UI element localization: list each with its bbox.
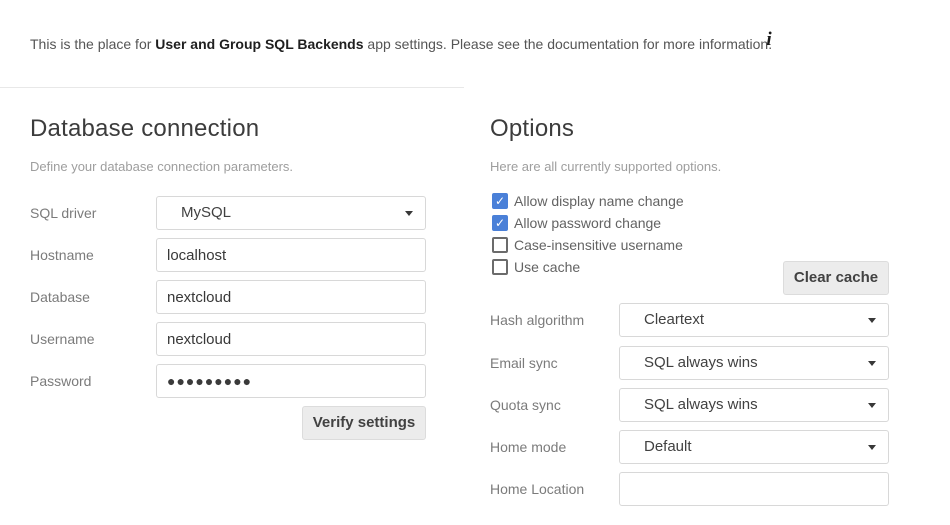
password-field-box (156, 364, 426, 398)
allow-display-name-change-row[interactable]: ✓ Allow display name change (492, 190, 712, 212)
home-location-field-box (619, 472, 889, 506)
case-insensitive-username-checkbox[interactable]: ✓ (492, 237, 508, 253)
sql-driver-row: SQL driver MySQL (30, 196, 426, 230)
sql-driver-value: MySQL (181, 197, 231, 229)
chevron-down-icon (405, 211, 413, 216)
hostname-row: Hostname (30, 238, 426, 272)
options-subtitle: Here are all currently supported options… (490, 159, 721, 174)
email-sync-value: SQL always wins (644, 347, 758, 379)
quota-sync-row: Quota sync SQL always wins (490, 388, 889, 422)
chevron-down-icon (868, 403, 876, 408)
app-name: User and Group SQL Backends (155, 36, 363, 52)
intro-prefix: This is the place for (30, 36, 155, 52)
info-icon[interactable]: i (760, 29, 778, 51)
database-field-box (156, 280, 426, 314)
case-insensitive-username-label[interactable]: Case-insensitive username (514, 234, 683, 256)
email-sync-select[interactable]: SQL always wins (619, 346, 889, 380)
hash-algorithm-select[interactable]: Cleartext (619, 303, 889, 337)
home-location-input[interactable] (620, 473, 888, 505)
password-input[interactable] (157, 365, 425, 397)
allow-display-name-change-label[interactable]: Allow display name change (514, 190, 684, 212)
case-insensitive-username-row[interactable]: ✓ Case-insensitive username (492, 234, 712, 256)
home-location-row: Home Location (490, 472, 889, 506)
database-row: Database (30, 280, 426, 314)
intro-suffix: for more information. (639, 36, 772, 52)
email-sync-label: Email sync (490, 346, 558, 380)
username-field-box (156, 322, 426, 356)
clear-cache-button[interactable]: Clear cache (783, 261, 889, 295)
verify-settings-button[interactable]: Verify settings (302, 406, 426, 440)
quota-sync-value: SQL always wins (644, 389, 758, 421)
username-input[interactable] (157, 323, 425, 355)
home-mode-row: Home mode Default (490, 430, 889, 464)
allow-display-name-change-checkbox[interactable]: ✓ (492, 193, 508, 209)
home-mode-value: Default (644, 431, 692, 463)
database-input[interactable] (157, 281, 425, 313)
use-cache-row[interactable]: ✓ Use cache (492, 256, 712, 278)
quota-sync-select[interactable]: SQL always wins (619, 388, 889, 422)
database-connection-title: Database connection (30, 115, 259, 143)
email-sync-row: Email sync SQL always wins (490, 346, 889, 380)
hash-algorithm-value: Cleartext (644, 304, 704, 336)
home-mode-label: Home mode (490, 430, 566, 464)
hash-algorithm-label: Hash algorithm (490, 303, 584, 337)
documentation-link[interactable]: documentation (547, 36, 639, 52)
password-label: Password (30, 364, 91, 398)
allow-password-change-label[interactable]: Allow password change (514, 212, 661, 234)
hash-algorithm-row: Hash algorithm Cleartext (490, 303, 889, 337)
intro-text: This is the place for User and Group SQL… (30, 36, 772, 52)
use-cache-label[interactable]: Use cache (514, 256, 580, 278)
section-divider (0, 87, 464, 88)
database-label: Database (30, 280, 90, 314)
hostname-input[interactable] (157, 239, 425, 271)
app-settings-page: This is the place for User and Group SQL… (0, 0, 950, 525)
home-location-label: Home Location (490, 472, 584, 506)
chevron-down-icon (868, 318, 876, 323)
intro-mid: app settings. Please see the (364, 36, 548, 52)
check-icon: ✓ (494, 194, 506, 208)
hostname-field-box (156, 238, 426, 272)
chevron-down-icon (868, 445, 876, 450)
home-mode-select[interactable]: Default (619, 430, 889, 464)
username-row: Username (30, 322, 426, 356)
chevron-down-icon (868, 361, 876, 366)
allow-password-change-row[interactable]: ✓ Allow password change (492, 212, 712, 234)
sql-driver-select[interactable]: MySQL (156, 196, 426, 230)
sql-driver-label: SQL driver (30, 196, 96, 230)
use-cache-checkbox[interactable]: ✓ (492, 259, 508, 275)
quota-sync-label: Quota sync (490, 388, 561, 422)
options-title: Options (490, 115, 574, 143)
database-connection-subtitle: Define your database connection paramete… (30, 159, 293, 174)
allow-password-change-checkbox[interactable]: ✓ (492, 215, 508, 231)
password-row: Password (30, 364, 426, 398)
hostname-label: Hostname (30, 238, 94, 272)
check-icon: ✓ (494, 216, 506, 230)
username-label: Username (30, 322, 95, 356)
